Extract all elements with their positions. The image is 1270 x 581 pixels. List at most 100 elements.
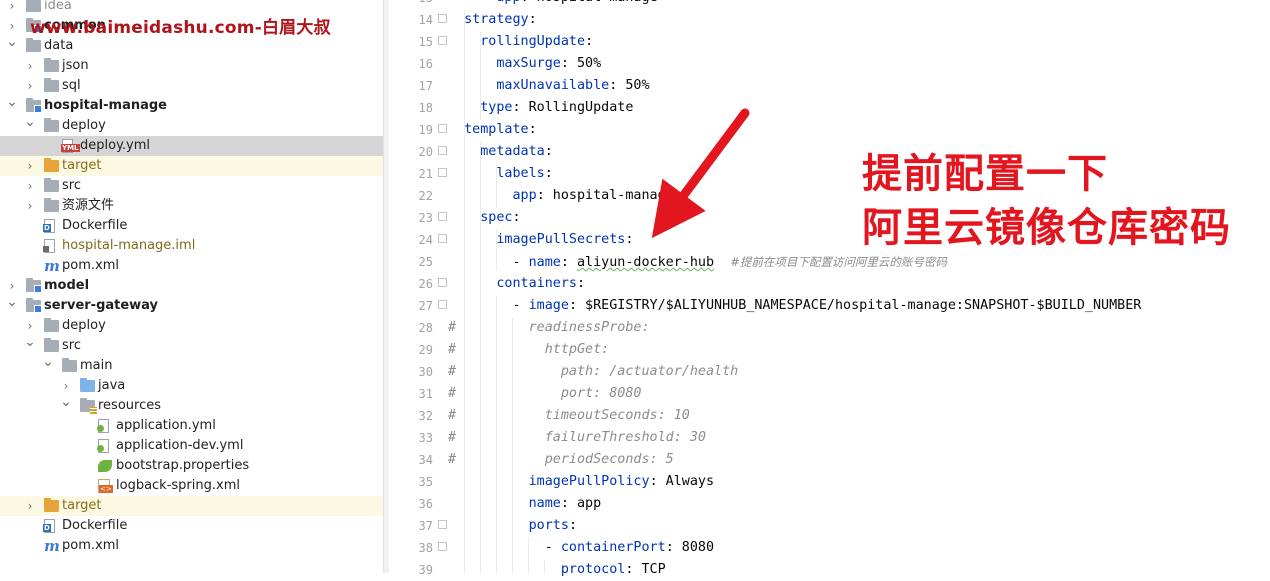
folder-icon	[44, 78, 60, 93]
line-number: 34	[418, 453, 433, 467]
excluded-folder-icon	[44, 158, 60, 173]
tree-item[interactable]: › sql	[0, 76, 383, 96]
tree-item[interactable]: D Dockerfile	[0, 216, 383, 236]
tree-item[interactable]: › target	[0, 496, 383, 516]
chevron-down-icon[interactable]: ⌄	[42, 355, 54, 369]
tree-item[interactable]: bootstrap.properties	[0, 456, 383, 476]
code-line[interactable]: # periodSeconds: 5	[448, 449, 674, 471]
fold-marker-icon[interactable]	[438, 520, 447, 529]
chevron-down-icon[interactable]: ⌄	[6, 35, 18, 49]
chevron-right-icon[interactable]: ›	[6, 280, 18, 292]
code-token: : hospital-manage	[521, 0, 658, 5]
tree-item-label: deploy.yml	[80, 138, 151, 153]
tree-item[interactable]: ⌄ main	[0, 355, 383, 376]
line-number: 36	[418, 497, 433, 511]
chevron-right-icon[interactable]: ›	[24, 200, 36, 212]
tree-item[interactable]: application.yml	[0, 416, 383, 436]
tree-item-label: pom.xml	[62, 258, 119, 273]
chevron-right-icon[interactable]: ›	[24, 500, 36, 512]
yaml-key: strategy	[464, 12, 529, 27]
tree-item[interactable]: › json	[0, 56, 383, 76]
code-line[interactable]: imagePullSecrets:	[448, 229, 633, 251]
code-line[interactable]: # path: /actuator/health	[448, 361, 738, 383]
code-line[interactable]: # failureThreshold: 30	[448, 427, 706, 449]
tree-item[interactable]: ⌄ server-gateway	[0, 295, 383, 316]
fold-marker-icon[interactable]	[438, 234, 447, 243]
chevron-right-icon[interactable]: ›	[6, 20, 18, 32]
chevron-down-icon[interactable]: ⌄	[24, 115, 36, 129]
fold-marker-icon[interactable]	[438, 542, 447, 551]
yaml-key: image	[528, 298, 569, 313]
tree-item[interactable]: › 资源文件	[0, 196, 383, 216]
code-line[interactable]: - image: $REGISTRY/$ALIYUNHUB_NAMESPACE/…	[448, 295, 1141, 317]
chevron-down-icon[interactable]: ⌄	[24, 335, 36, 349]
yaml-key: containers	[496, 276, 577, 291]
code-line[interactable]: - containerPort: 8080	[448, 537, 714, 559]
code-line[interactable]: spec:	[448, 207, 520, 229]
code-line[interactable]: # httpGet:	[448, 339, 609, 361]
code-line[interactable]: strategy:	[448, 9, 537, 31]
fold-marker-icon[interactable]	[438, 278, 447, 287]
chevron-right-icon[interactable]: ›	[6, 0, 18, 12]
tree-item[interactable]: ⌄ data	[0, 35, 383, 56]
tree-item[interactable]: › src	[0, 176, 383, 196]
chevron-down-icon[interactable]: ⌄	[60, 395, 72, 409]
tree-item[interactable]: m pom.xml	[0, 256, 383, 276]
line-number: 26	[418, 277, 433, 291]
code-line[interactable]: rollingUpdate:	[448, 31, 593, 53]
chevron-down-icon[interactable]: ⌄	[6, 95, 18, 109]
chevron-right-icon[interactable]: ›	[24, 80, 36, 92]
tree-item[interactable]: m pom.xml	[0, 536, 383, 556]
chevron-right-icon[interactable]: ›	[24, 320, 36, 332]
chevron-right-icon[interactable]: ›	[24, 160, 36, 172]
code-line[interactable]: maxUnavailable: 50%	[448, 75, 649, 97]
tree-item[interactable]: › target	[0, 156, 383, 176]
chevron-right-icon[interactable]: ›	[24, 60, 36, 72]
chevron-right-icon[interactable]: ›	[60, 380, 72, 392]
fold-marker-icon[interactable]	[438, 124, 447, 133]
tree-item[interactable]: ⌄ src	[0, 335, 383, 356]
tree-item[interactable]: YML deploy.yml	[0, 136, 383, 156]
indent-guide	[480, 142, 481, 573]
tree-item[interactable]: ⌄ hospital-manage	[0, 95, 383, 116]
code-token: :	[544, 166, 553, 181]
tree-item[interactable]: logback-spring.xml	[0, 476, 383, 496]
spring-leaf-icon	[98, 459, 114, 473]
fold-marker-icon[interactable]	[438, 36, 447, 45]
fold-marker-icon[interactable]	[438, 168, 447, 177]
tree-item[interactable]: ⌄ deploy	[0, 115, 383, 136]
indent-guide	[496, 230, 497, 270]
fold-marker-icon[interactable]	[438, 212, 447, 221]
code-token: : Always	[649, 474, 715, 489]
chevron-down-icon[interactable]: ⌄	[6, 295, 18, 309]
chevron-right-icon[interactable]: ›	[24, 180, 36, 192]
tree-item[interactable]: › model	[0, 276, 383, 296]
code-line[interactable]: imagePullPolicy: Always	[448, 471, 714, 493]
line-number: 16	[418, 57, 433, 71]
yaml-file-icon: YML	[61, 139, 80, 153]
code-line[interactable]: maxSurge: 50%	[448, 53, 601, 75]
tree-item[interactable]: › deploy	[0, 316, 383, 336]
tree-item[interactable]: › java	[0, 376, 383, 396]
fold-marker-icon[interactable]	[438, 300, 447, 309]
code-line[interactable]: # readinessProbe:	[448, 317, 650, 339]
tree-item[interactable]: hospital-manage.iml	[0, 236, 383, 256]
fold-marker-icon[interactable]	[438, 146, 447, 155]
indent-guide	[512, 318, 513, 573]
code-line[interactable]: containers:	[448, 273, 585, 295]
code-line[interactable]: app: hospital-manage	[448, 185, 674, 207]
tree-item-label: target	[62, 498, 102, 513]
code-line[interactable]: type: RollingUpdate	[448, 97, 633, 119]
tree-item[interactable]: D Dockerfile	[0, 516, 383, 536]
code-line[interactable]: template:	[448, 119, 537, 141]
code-line[interactable]: app: hospital-manage	[448, 0, 658, 9]
tree-item-label: bootstrap.properties	[116, 458, 250, 473]
code-line[interactable]: name: app	[448, 493, 602, 515]
code-line[interactable]: - name: aliyun-docker-hub #提前在项目下配置访问阿里云…	[448, 251, 946, 273]
code-editor[interactable]: app: hospital-manage strategy: rollingUp…	[447, 0, 1270, 577]
tree-item[interactable]: ⌄ resources	[0, 395, 383, 416]
tree-item[interactable]: application-dev.yml	[0, 436, 383, 456]
code-line[interactable]: # timeoutSeconds: 10	[448, 405, 690, 427]
code-line[interactable]: # port: 8080	[448, 383, 641, 405]
fold-marker-icon[interactable]	[438, 14, 447, 23]
